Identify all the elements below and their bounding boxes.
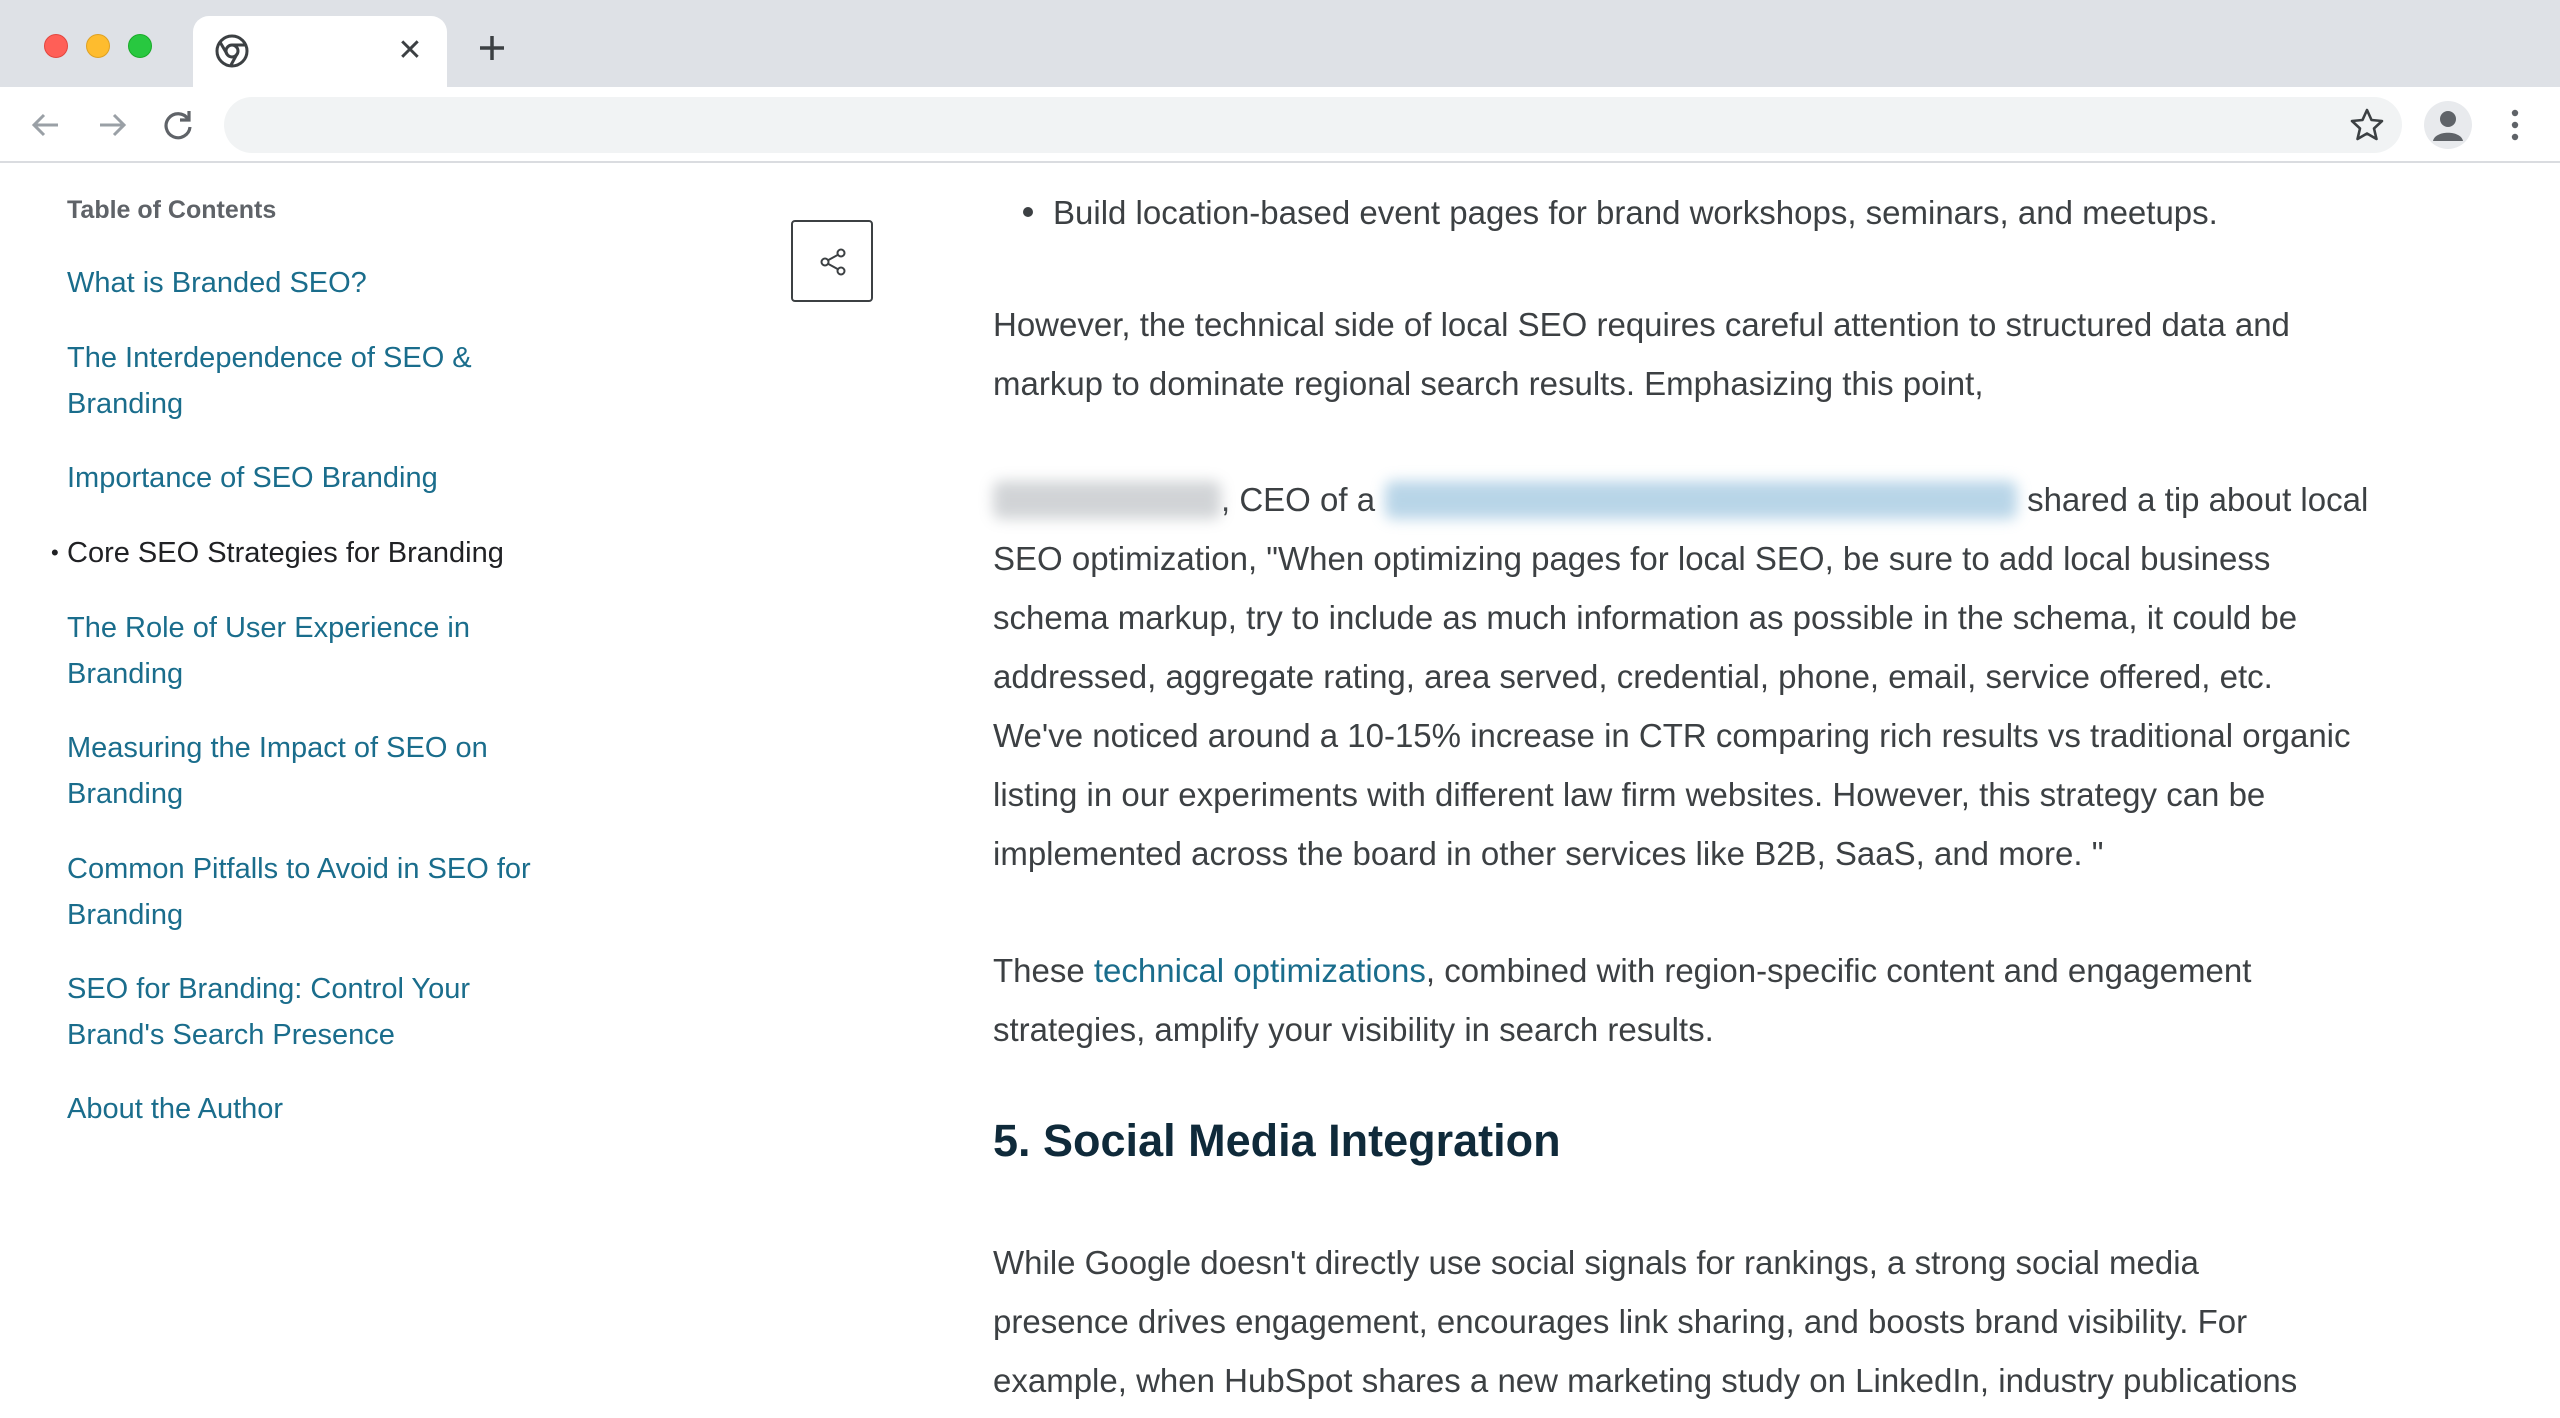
paragraph-line: implemented across the board in other se…: [993, 835, 2104, 872]
paragraph-line: strategies, amplify your visibility in s…: [993, 1011, 1714, 1048]
toc-item-label: About the Author: [67, 1093, 284, 1125]
star-icon[interactable]: [2348, 106, 2386, 144]
toc-item-label: The Interdependence of SEO &: [67, 342, 472, 374]
paragraph-line: We've noticed around a 10-15% increase i…: [993, 717, 2351, 754]
toc-item-interdependence[interactable]: The Interdependence of SEO & Branding: [67, 335, 587, 427]
list-item-text: Build location-based event pages for bra…: [1053, 194, 2218, 231]
toc-item-importance[interactable]: Importance of SEO Branding: [67, 455, 587, 501]
toc-item-label: Core SEO Strategies for Branding: [67, 537, 504, 569]
paragraph-line: addressed, aggregate rating, area served…: [993, 658, 2273, 695]
toc-item-label: SEO for Branding: Control Your: [67, 973, 471, 1005]
toc-item-about-author[interactable]: About the Author: [67, 1086, 587, 1132]
close-tab-icon[interactable]: ✕: [395, 36, 425, 66]
toc-item-label: Branding: [67, 899, 184, 931]
browser-tab[interactable]: ✕: [193, 16, 447, 87]
toc-item-core-strategies[interactable]: • Core SEO Strategies for Branding: [51, 530, 587, 576]
active-bullet: •: [51, 540, 59, 565]
toc-item-label: Branding: [67, 658, 184, 690]
technical-optimizations-link[interactable]: technical optimizations: [1094, 952, 1426, 989]
quote-intro-text: , CEO of a: [1221, 481, 1376, 518]
minimize-window-button[interactable]: [86, 34, 110, 58]
redacted-company-link[interactable]: [1385, 481, 2018, 519]
url-input[interactable]: [254, 97, 2334, 153]
paragraph-line: example, when HubSpot shares a new marke…: [993, 1362, 2298, 1399]
paragraph: While Google doesn't directly use social…: [993, 1233, 2413, 1410]
new-tab-plus-icon[interactable]: [474, 30, 510, 66]
quote-paragraph: , CEO of a shared a tip about local SEO o…: [993, 470, 2413, 883]
paragraph-line: While Google doesn't directly use social…: [993, 1244, 2199, 1281]
toc-title: Table of Contents: [67, 196, 277, 224]
toc-item-label: Branding: [67, 778, 184, 810]
toc-item-label: Common Pitfalls to Avoid in SEO for: [67, 853, 531, 885]
paragraph-line: presence drives engagement, encourages l…: [993, 1303, 2248, 1340]
toc-item-control-presence[interactable]: SEO for Branding: Control Your Brand's S…: [67, 966, 587, 1058]
browser-toolbar: [0, 87, 2560, 163]
web-page: Table of Contents What is Branded SEO? T…: [0, 163, 2560, 1418]
redacted-name: [993, 481, 1221, 519]
paragraph: These technical optimizations, combined …: [993, 941, 2413, 1059]
maximize-window-button[interactable]: [128, 34, 152, 58]
toc-item-common-pitfalls[interactable]: Common Pitfalls to Avoid in SEO for Bran…: [67, 846, 587, 938]
paragraph-line: SEO optimization, "When optimizing pages…: [993, 540, 2271, 577]
reload-icon[interactable]: [158, 105, 198, 145]
chrome-icon: [215, 34, 249, 68]
section-heading: 5. Social Media Integration: [993, 1115, 1561, 1166]
toc-item-label: Branding: [67, 388, 184, 420]
quote-intro-line: , CEO of a shared a tip about local: [993, 470, 2413, 529]
toc-item-measuring-impact[interactable]: Measuring the Impact of SEO on Branding: [67, 725, 587, 817]
toc-item-label: Measuring the Impact of SEO on: [67, 732, 488, 764]
close-window-button[interactable]: [44, 34, 68, 58]
paragraph-line: listing in our experiments with differen…: [993, 776, 2266, 813]
toc-item-label: Brand's Search Presence: [67, 1019, 395, 1051]
paragraph-line: markup to dominate regional search resul…: [993, 365, 1984, 402]
menu-icon[interactable]: [2500, 105, 2530, 145]
forward-icon[interactable]: [92, 105, 132, 145]
paragraph-text: These: [993, 952, 1085, 989]
paragraph-line: schema markup, try to include as much in…: [993, 599, 2298, 636]
tab-strip: ✕: [0, 0, 2560, 87]
toc-item-label: The Role of User Experience in: [67, 612, 470, 644]
address-bar[interactable]: [224, 97, 2402, 153]
toc-item-label: Importance of SEO Branding: [67, 462, 438, 494]
bullet-dot: [1023, 207, 1033, 218]
paragraph-line: However, the technical side of local SEO…: [993, 306, 2290, 343]
quote-intro-text: shared a tip about local: [2027, 481, 2369, 518]
profile-icon[interactable]: [2424, 101, 2472, 149]
paragraph-text: , combined with region-specific content …: [1425, 952, 2252, 989]
paragraph-line: These technical optimizations, combined …: [993, 941, 2413, 1000]
paragraph: However, the technical side of local SEO…: [993, 295, 2413, 413]
list-item: Build location-based event pages for bra…: [993, 183, 2413, 242]
toc-item-label: What is Branded SEO?: [67, 267, 367, 299]
share-button[interactable]: [791, 220, 873, 302]
toc-item-what-is-branded-seo[interactable]: What is Branded SEO?: [67, 260, 587, 306]
back-icon[interactable]: [26, 105, 66, 145]
share-icon: [820, 248, 846, 276]
toc-item-user-experience[interactable]: The Role of User Experience in Branding: [67, 605, 587, 697]
